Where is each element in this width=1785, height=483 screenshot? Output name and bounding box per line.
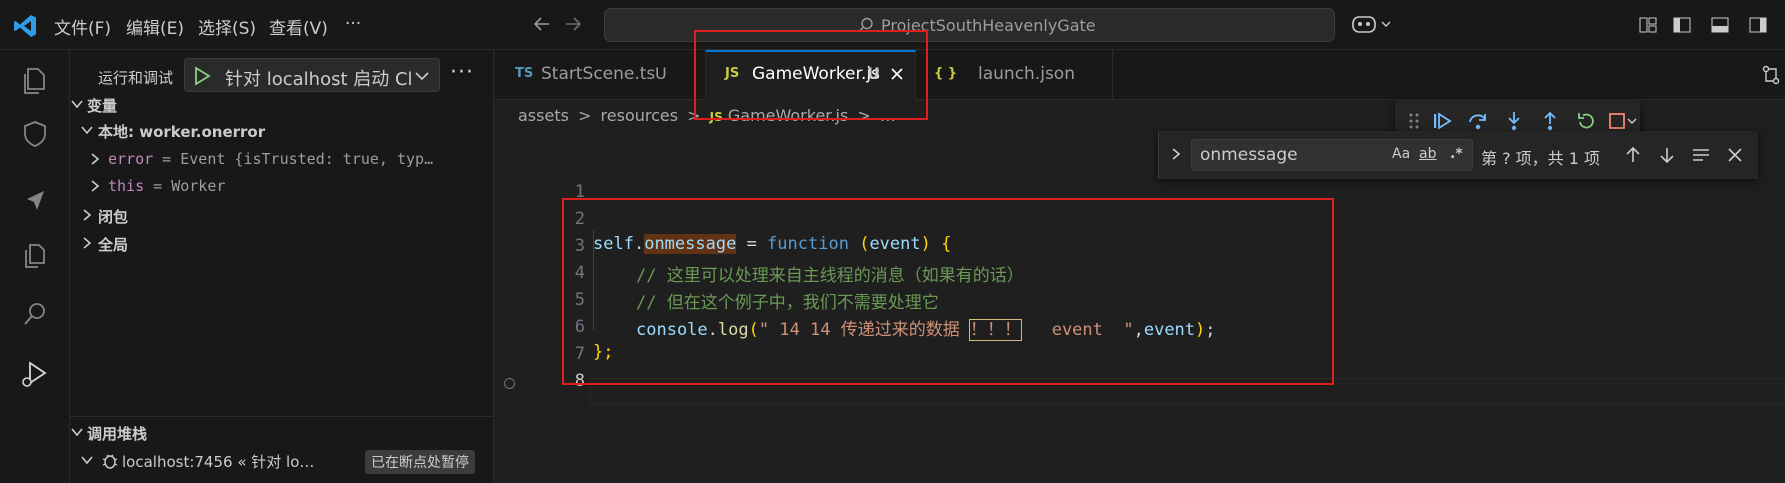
find-query: onmessage (1200, 145, 1298, 165)
section-divider (70, 416, 494, 417)
scope-closure[interactable]: 闭包 (70, 201, 494, 231)
chevron-down-icon (81, 126, 93, 135)
callstack-header: 调用堆栈 (87, 425, 148, 443)
forward-arrow-icon[interactable] (562, 13, 584, 35)
menu-view[interactable]: 查看(V) (269, 14, 328, 39)
step-over-icon[interactable] (1467, 110, 1489, 132)
breadcrumb-assets[interactable]: assets (518, 106, 569, 125)
start-debugging-icon[interactable] (193, 66, 211, 86)
drag-handle-icon[interactable] (1403, 110, 1425, 132)
tab-label: launch.json (978, 64, 1075, 84)
menu-file[interactable]: 文件(F) (54, 14, 111, 39)
bug-icon (102, 454, 118, 469)
step-out-icon[interactable] (1539, 110, 1561, 132)
run-debug-sidebar: 运行和调试 针对 localhost 启动 Cl ··· 变量 本地: work… (70, 50, 494, 483)
variable-name: error (108, 150, 154, 168)
scope-global-label: 全局 (98, 236, 129, 254)
toggle-primary-sidebar-icon[interactable] (1672, 15, 1692, 35)
menu-more[interactable]: ··· (345, 14, 361, 34)
callstack-section-header[interactable]: 调用堆栈 (70, 418, 494, 448)
find-input[interactable]: onmessage Aa ab .* (1191, 139, 1473, 171)
toggle-panel-icon[interactable] (1710, 15, 1730, 35)
next-match-icon[interactable] (1657, 145, 1677, 165)
chevron-down-icon (71, 428, 83, 437)
copilot-icon[interactable] (1350, 12, 1398, 38)
variable-value: Event {isTrusted: true, typ… (180, 150, 434, 168)
variable-value: Worker (171, 177, 226, 195)
restart-icon[interactable] (1575, 110, 1597, 132)
untracked-indicator: U (655, 64, 667, 83)
chevron-right-icon (91, 180, 100, 192)
chevron-down-icon (71, 100, 83, 109)
chevron-right-icon (83, 209, 92, 221)
variables-header: 变量 (87, 97, 118, 115)
breakpoint-hint-icon[interactable] (504, 378, 515, 389)
vscode-logo-icon (14, 15, 36, 37)
launch-config-label: 针对 localhost 启动 Cl (225, 69, 413, 90)
tab-launch-json[interactable]: { } launch.json (916, 50, 1113, 100)
more-actions-button[interactable]: ··· (450, 60, 474, 85)
typescript-file-icon: TS (515, 66, 534, 81)
variable-equals: = (144, 177, 172, 195)
scope-closure-label: 闭包 (98, 208, 129, 226)
menu-edit[interactable]: 编辑(E) (126, 14, 184, 39)
find-result-count: 第 ? 项，共 1 项 (1481, 149, 1601, 168)
find-in-selection-icon[interactable] (1691, 145, 1711, 165)
launch-config-select[interactable]: 针对 localhost 启动 Cl (184, 58, 440, 92)
variable-name: this (108, 177, 145, 195)
breadcrumb-resources[interactable]: resources (601, 106, 679, 125)
scope-local[interactable]: 本地: worker.onerror (70, 116, 494, 146)
close-icon[interactable] (1725, 145, 1745, 165)
variable-this[interactable]: this = Worker (70, 172, 494, 202)
previous-match-icon[interactable] (1623, 145, 1643, 165)
chevron-down-icon (415, 72, 429, 81)
menu-selection[interactable]: 选择(S) (198, 14, 256, 39)
annotation-box-tab (694, 30, 928, 120)
send-icon[interactable] (19, 185, 51, 217)
find-widget: onmessage Aa ab .* 第 ? 项，共 1 项 (1158, 131, 1758, 179)
json-file-icon: { } (934, 66, 958, 81)
continue-icon[interactable] (1431, 110, 1453, 132)
back-arrow-icon[interactable] (531, 13, 553, 35)
sidebar-title: 运行和调试 (98, 69, 174, 87)
customize-layout-icon[interactable] (1638, 15, 1658, 35)
callstack-item-label: localhost:7456 « 针对 lo… (122, 453, 315, 471)
callstack-item[interactable]: localhost:7456 « 针对 lo… 已在断点处暂停 (70, 446, 494, 476)
scope-global[interactable]: 全局 (70, 229, 494, 259)
chevron-down-icon (81, 456, 93, 465)
shield-icon[interactable] (19, 118, 51, 150)
tab-startscene[interactable]: TS StartScene.ts U (495, 50, 706, 100)
toggle-replace-icon[interactable] (1169, 147, 1183, 161)
annotation-box-code (562, 198, 1334, 385)
source-control-compare-icon[interactable] (1760, 64, 1782, 86)
tab-label: StartScene.ts (541, 64, 656, 84)
chevron-right-icon (83, 237, 92, 249)
variable-equals: = (153, 150, 181, 168)
explorer-icon[interactable] (19, 65, 51, 97)
match-whole-word-toggle[interactable]: ab (1419, 146, 1436, 162)
step-into-icon[interactable] (1503, 110, 1525, 132)
activity-bar (0, 50, 70, 483)
scope-local-label: 本地: worker.onerror (98, 123, 266, 141)
regex-toggle[interactable]: .* (1450, 146, 1463, 162)
search-icon[interactable] (19, 298, 51, 330)
breadcrumb-separator: > (578, 106, 592, 125)
copy-icon[interactable] (19, 240, 51, 272)
variable-error[interactable]: error = Event {isTrusted: true, typ… (70, 145, 494, 175)
editor-tabs: TS StartScene.ts U JS GameWorker.js U { … (495, 50, 1785, 100)
toggle-secondary-sidebar-icon[interactable] (1748, 15, 1768, 35)
run-and-debug-icon[interactable] (19, 358, 51, 390)
chevron-right-icon (91, 153, 100, 165)
paused-on-breakpoint-badge: 已在断点处暂停 (365, 450, 475, 474)
stop-icon[interactable] (1607, 110, 1637, 132)
match-case-toggle[interactable]: Aa (1392, 146, 1410, 162)
